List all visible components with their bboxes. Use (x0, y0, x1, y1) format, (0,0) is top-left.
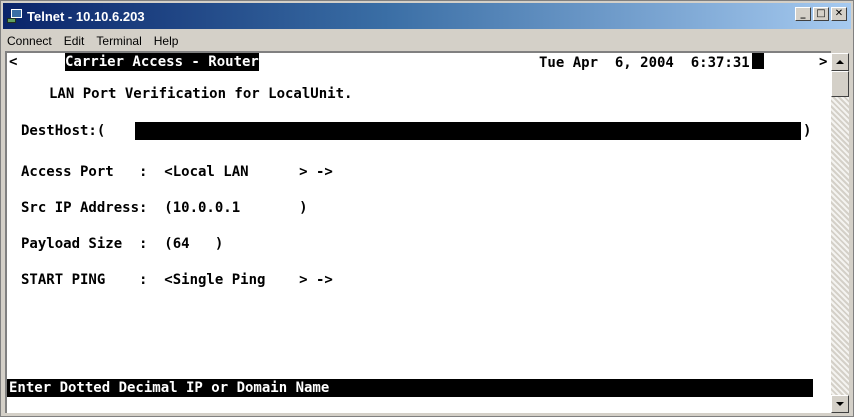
right-arrow-indicator: > (819, 54, 828, 70)
menu-connect[interactable]: Connect (3, 34, 58, 48)
scroll-down-arrow-icon (836, 402, 844, 406)
scroll-up-button[interactable] (831, 53, 849, 71)
status-message: Enter Dotted Decimal IP or Domain Name (7, 379, 813, 397)
title-bar[interactable]: Telnet - 10.10.6.203 _ □ ✕ (3, 3, 851, 29)
dest-host-label: DestHost:( (21, 123, 106, 139)
start-ping-field[interactable]: START PING : <Single Ping > -> (21, 271, 333, 289)
scroll-down-button[interactable] (831, 395, 849, 413)
window-controls: _ □ ✕ (793, 7, 847, 21)
menu-edit[interactable]: Edit (58, 34, 91, 48)
maximize-button[interactable]: □ (813, 7, 829, 21)
telnet-window: Telnet - 10.10.6.203 _ □ ✕ Connect Edit … (0, 0, 854, 417)
terminal-cursor (751, 53, 764, 69)
src-ip-field[interactable]: Src IP Address: (10.0.0.1 ) (21, 199, 308, 217)
left-arrow-indicator: < (9, 54, 18, 70)
screen-subtitle: LAN Port Verification for LocalUnit. (49, 86, 353, 102)
payload-size-field[interactable]: Payload Size : (64 ) (21, 235, 223, 253)
datetime-text: Tue Apr 6, 2004 6:37:31 (539, 55, 750, 71)
window-title: Telnet - 10.10.6.203 (27, 8, 145, 24)
access-port-field[interactable]: Access Port : <Local LAN > -> (21, 163, 333, 181)
vertical-scrollbar[interactable] (831, 53, 849, 413)
close-button[interactable]: ✕ (831, 7, 847, 21)
datetime-display: Tue Apr 6, 2004 6:37:31 (539, 53, 764, 71)
scroll-thumb[interactable] (831, 71, 849, 97)
dest-host-close: ) (803, 123, 812, 139)
header-title: Carrier Access - Router (65, 53, 259, 71)
terminal-screen[interactable]: < Carrier Access - Router Tue Apr 6, 200… (5, 51, 831, 413)
menu-terminal[interactable]: Terminal (90, 34, 147, 48)
menu-bar: Connect Edit Terminal Help (3, 31, 851, 51)
minimize-button[interactable]: _ (795, 7, 811, 21)
menu-help[interactable]: Help (148, 34, 185, 48)
telnet-app-icon[interactable] (7, 8, 23, 24)
scroll-up-arrow-icon (836, 60, 844, 64)
dest-host-input[interactable] (135, 122, 801, 140)
